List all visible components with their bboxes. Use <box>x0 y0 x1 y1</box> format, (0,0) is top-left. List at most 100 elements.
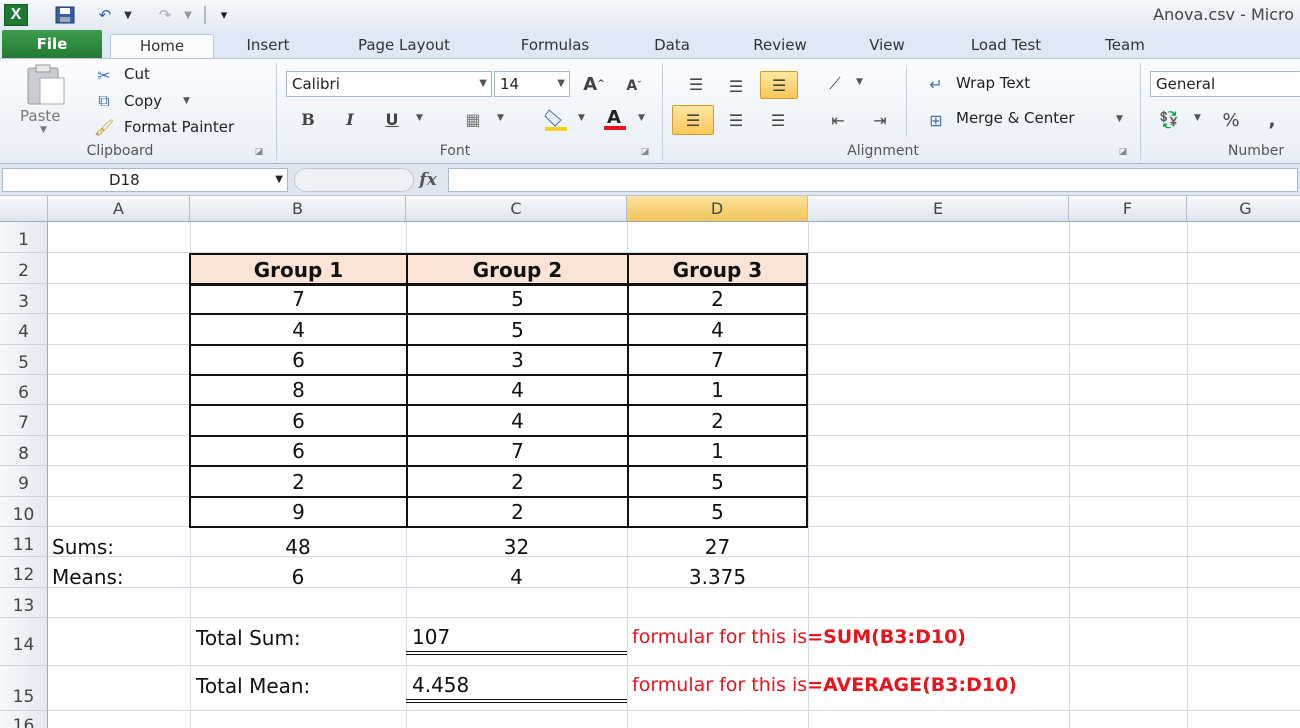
insert-function-icon[interactable]: fx <box>414 168 442 192</box>
row-header-8[interactable]: 8 <box>0 436 48 466</box>
tab-home[interactable]: Home <box>110 34 214 58</box>
cell-c2[interactable]: Group 2 <box>406 253 629 286</box>
formula-bar-resizer[interactable] <box>294 168 414 192</box>
row-header-16[interactable]: 16 <box>0 711 48 728</box>
cell-c5[interactable]: 3 <box>406 344 629 376</box>
paste-label[interactable]: Paste <box>20 107 61 125</box>
tab-file[interactable]: File <box>2 30 102 58</box>
align-left-icon[interactable]: ☰ <box>672 105 714 135</box>
cell-b10[interactable]: 9 <box>189 496 408 528</box>
row-header-10[interactable]: 10 <box>0 497 48 527</box>
currency-icon[interactable]: 💱 <box>1152 105 1186 133</box>
orientation-dropdown-icon[interactable]: ▼ <box>856 77 863 87</box>
merge-center-button[interactable]: Merge & Center <box>956 109 1075 127</box>
cell-d3[interactable]: 2 <box>627 283 808 315</box>
grow-font-icon[interactable]: A ^ <box>580 71 608 97</box>
cell-d9[interactable]: 5 <box>627 465 808 498</box>
wrap-text-icon[interactable]: ↵ <box>920 71 952 97</box>
cell-b5[interactable]: 6 <box>189 344 408 376</box>
number-format-select[interactable]: General <box>1150 71 1300 97</box>
tab-insert[interactable]: Insert <box>228 34 308 58</box>
underline-dropdown-icon[interactable]: ▼ <box>416 113 423 123</box>
cell-b14[interactable]: Total Sum: <box>196 622 406 654</box>
cut-button[interactable]: Cut <box>124 65 150 83</box>
merge-dropdown-icon[interactable]: ▼ <box>1116 114 1123 124</box>
redo-icon[interactable]: ↷ <box>152 4 178 26</box>
row-header-3[interactable]: 3 <box>0 284 48 314</box>
column-header-a[interactable]: A <box>48 196 190 222</box>
row-header-1[interactable]: 1 <box>0 222 48 253</box>
cell-c8[interactable]: 7 <box>406 435 629 467</box>
row-header-9[interactable]: 9 <box>0 466 48 497</box>
copy-dropdown-icon[interactable]: ▼ <box>183 96 190 106</box>
column-header-b[interactable]: B <box>190 196 406 222</box>
cell-c11[interactable]: 32 <box>406 532 627 562</box>
cell-c9[interactable]: 2 <box>406 465 629 498</box>
cell-d15[interactable]: formular for this is =AVERAGE(B3:D10) <box>632 670 1232 700</box>
cell-d14[interactable]: formular for this is =SUM(B3:D10) <box>632 622 1232 652</box>
column-header-e[interactable]: E <box>808 196 1069 222</box>
align-center-icon[interactable]: ☰ <box>720 107 752 133</box>
cell-c7[interactable]: 4 <box>406 404 629 437</box>
row-header-5[interactable]: 5 <box>0 345 48 375</box>
tab-review[interactable]: Review <box>732 34 828 58</box>
underline-button[interactable]: U <box>380 107 404 131</box>
cell-b12[interactable]: 6 <box>190 562 406 592</box>
undo-icon[interactable]: ↶ <box>92 4 118 26</box>
cell-d8[interactable]: 1 <box>627 435 808 467</box>
select-all-corner[interactable] <box>0 196 48 222</box>
cell-d7[interactable]: 2 <box>627 404 808 437</box>
row-header-13[interactable]: 13 <box>0 588 48 618</box>
shrink-font-icon[interactable]: Aˇ <box>620 73 648 99</box>
align-top-icon[interactable]: ☰ <box>680 71 712 97</box>
cell-c4[interactable]: 5 <box>406 313 629 346</box>
cell-d4[interactable]: 4 <box>627 313 808 346</box>
cell-c10[interactable]: 2 <box>406 496 629 528</box>
format-painter-icon[interactable]: 🖌 <box>90 117 118 137</box>
fill-color-icon[interactable] <box>540 105 572 133</box>
column-header-c[interactable]: C <box>406 196 627 222</box>
cell-b9[interactable]: 2 <box>189 465 408 498</box>
cell-d2[interactable]: Group 3 <box>627 253 808 286</box>
bold-button[interactable]: B <box>296 107 320 131</box>
font-launcher-icon[interactable]: ◪ <box>638 145 652 159</box>
redo-dropdown-icon[interactable]: ▼ <box>180 4 196 26</box>
increase-indent-icon[interactable]: ⇥ <box>864 107 896 133</box>
cell-b3[interactable]: 7 <box>189 283 408 315</box>
cell-d10[interactable]: 5 <box>627 496 808 528</box>
wrap-text-button[interactable]: Wrap Text <box>956 74 1030 92</box>
row-header-2[interactable]: 2 <box>0 253 48 284</box>
tab-data[interactable]: Data <box>636 34 708 58</box>
cell-d12[interactable]: 3.375 <box>627 562 808 592</box>
save-icon[interactable] <box>52 4 78 26</box>
tab-view[interactable]: View <box>852 34 922 58</box>
cell-c3[interactable]: 5 <box>406 283 629 315</box>
row-header-11[interactable]: 11 <box>0 527 48 557</box>
paste-icon[interactable] <box>18 63 70 107</box>
cell-c14[interactable]: 107 <box>412 622 626 652</box>
row-header-6[interactable]: 6 <box>0 375 48 405</box>
cell-d6[interactable]: 1 <box>627 374 808 406</box>
cell-b11[interactable]: 48 <box>190 532 406 562</box>
tab-formulas[interactable]: Formulas <box>500 34 610 58</box>
font-color-icon[interactable]: A <box>600 105 630 133</box>
font-size-select[interactable]: 14 ▼ <box>494 71 570 97</box>
font-name-select[interactable]: Calibri ▼ <box>286 71 492 97</box>
cell-c15[interactable]: 4.458 <box>412 670 626 700</box>
formula-input[interactable] <box>448 168 1298 192</box>
row-header-12[interactable]: 12 <box>0 557 48 588</box>
cell-a11[interactable]: Sums: <box>52 532 190 562</box>
cell-a12[interactable]: Means: <box>52 562 190 592</box>
name-box[interactable]: D18 ▼ <box>2 168 288 192</box>
cell-b4[interactable]: 4 <box>189 313 408 346</box>
cell-b6[interactable]: 8 <box>189 374 408 406</box>
decrease-indent-icon[interactable]: ⇤ <box>822 107 854 133</box>
alignment-launcher-icon[interactable]: ◪ <box>1116 145 1130 159</box>
align-bottom-icon[interactable]: ☰ <box>760 71 798 99</box>
borders-icon[interactable]: ▦ <box>458 107 488 131</box>
format-painter-button[interactable]: Format Painter <box>124 118 234 136</box>
copy-icon[interactable]: ⧉ <box>90 91 118 111</box>
comma-button[interactable]: , <box>1260 107 1284 133</box>
row-header-15[interactable]: 15 <box>0 666 48 711</box>
cell-c12[interactable]: 4 <box>406 562 627 592</box>
